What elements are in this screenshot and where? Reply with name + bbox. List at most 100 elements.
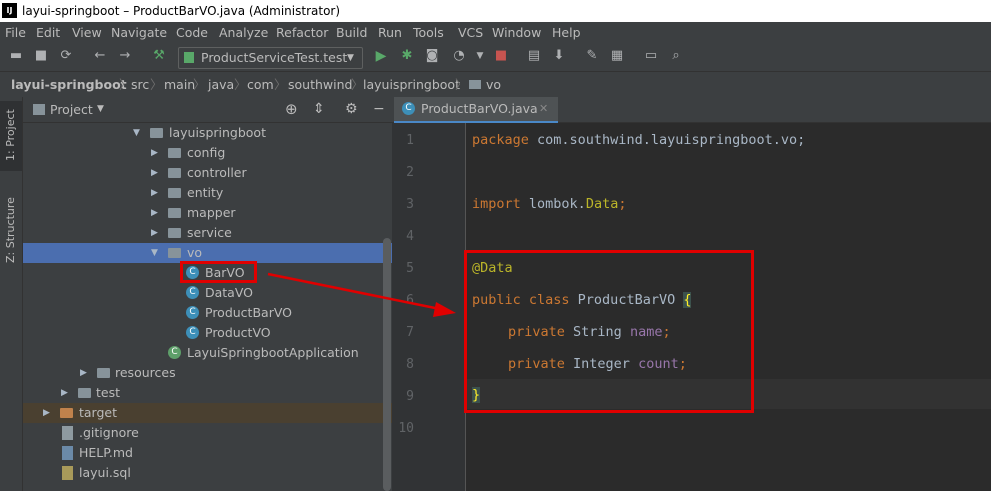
breadcrumb-java[interactable]: java bbox=[208, 72, 234, 97]
coverage-icon[interactable]: ◙ bbox=[424, 48, 440, 64]
settings-wrench-icon[interactable]: ✎ bbox=[584, 48, 600, 64]
spring-boot-class-icon: C bbox=[168, 346, 181, 359]
menu-bar: File Edit View Navigate Code Analyze Ref… bbox=[0, 22, 991, 43]
tree-item-mapper[interactable]: ▶ mapper bbox=[23, 203, 392, 223]
menu-build[interactable]: Build bbox=[336, 22, 367, 43]
collapsed-arrow-icon[interactable]: ▶ bbox=[151, 163, 158, 183]
tree-item-label: layui.sql bbox=[79, 465, 131, 480]
run-configuration-select[interactable]: ProductServiceTest.test ▼ bbox=[178, 47, 363, 69]
project-structure-icon[interactable]: ▦ bbox=[609, 48, 625, 64]
line-number: 7 bbox=[406, 325, 414, 340]
sync-icon[interactable]: ⟳ bbox=[58, 48, 74, 64]
menu-vcs[interactable]: VCS bbox=[458, 22, 483, 43]
tree-item-layuispringboot[interactable]: ▼ layuispringboot bbox=[23, 123, 392, 143]
package-folder-icon bbox=[469, 80, 481, 89]
more-run-options-icon[interactable]: ▼ bbox=[472, 48, 488, 64]
profile-icon[interactable]: ◔ bbox=[451, 48, 467, 64]
search-everywhere-icon[interactable]: ⌕ bbox=[668, 48, 684, 64]
project-panel-title[interactable]: Project bbox=[50, 97, 93, 122]
collapsed-arrow-icon[interactable]: ▶ bbox=[61, 383, 68, 403]
collapse-all-icon[interactable]: ⇕ bbox=[313, 97, 325, 122]
locate-file-icon[interactable]: ⊕ bbox=[285, 97, 298, 122]
menu-analyze[interactable]: Analyze bbox=[219, 22, 268, 43]
menu-code[interactable]: Code bbox=[176, 22, 208, 43]
menu-run[interactable]: Run bbox=[378, 22, 402, 43]
build-hammer-icon[interactable]: ⚒ bbox=[151, 48, 167, 64]
collapsed-arrow-icon[interactable]: ▶ bbox=[151, 203, 158, 223]
hide-panel-icon[interactable]: − bbox=[373, 97, 385, 122]
tree-item-target[interactable]: ▶ target bbox=[23, 403, 392, 423]
sql-file-icon bbox=[62, 466, 73, 480]
tree-item-vo[interactable]: ▼ vo bbox=[23, 243, 392, 263]
tree-item-label: LayuiSpringbootApplication bbox=[187, 345, 359, 360]
tab-structure-label: Z: Structure bbox=[4, 197, 17, 263]
line-number: 9 bbox=[406, 389, 414, 404]
menu-window[interactable]: Window bbox=[492, 22, 541, 43]
open-folder-icon[interactable]: ▬ bbox=[8, 48, 24, 64]
terminal-icon[interactable]: ▭ bbox=[643, 48, 659, 64]
menu-tools[interactable]: Tools bbox=[413, 22, 444, 43]
breadcrumb-layuispringboot[interactable]: layuispringboot bbox=[363, 72, 460, 97]
chevron-down-icon[interactable]: ▼ bbox=[97, 97, 104, 122]
tree-item-productbarvo[interactable]: C ProductBarVO bbox=[23, 303, 392, 323]
tree-item-label: HELP.md bbox=[79, 445, 133, 460]
breadcrumb-main[interactable]: main bbox=[164, 72, 195, 97]
tree-item-controller[interactable]: ▶ controller bbox=[23, 163, 392, 183]
breadcrumb-southwind[interactable]: southwind bbox=[288, 72, 352, 97]
collapsed-arrow-icon[interactable]: ▶ bbox=[151, 183, 158, 203]
close-icon[interactable]: ✕ bbox=[539, 97, 548, 121]
tree-item-label: ProductVO bbox=[205, 325, 271, 340]
breadcrumb-project[interactable]: layui-springboot bbox=[11, 72, 127, 97]
tree-item-gitignore[interactable]: .gitignore bbox=[23, 423, 392, 443]
menu-edit[interactable]: Edit bbox=[36, 22, 60, 43]
collapsed-arrow-icon[interactable]: ▶ bbox=[151, 143, 158, 163]
tree-item-service[interactable]: ▶ service bbox=[23, 223, 392, 243]
breadcrumb-separator: 〉 bbox=[234, 77, 247, 92]
code-line-1: package com.southwind.layuispringboot.vo… bbox=[472, 132, 805, 148]
code-token: ; bbox=[618, 196, 627, 212]
run-icon[interactable]: ▶ bbox=[373, 48, 389, 64]
package-icon bbox=[168, 148, 181, 158]
menu-help[interactable]: Help bbox=[552, 22, 581, 43]
tree-item-entity[interactable]: ▶ entity bbox=[23, 183, 392, 203]
package-icon bbox=[168, 248, 181, 258]
tab-productbarvo-java[interactable]: C ProductBarVO.java ✕ bbox=[394, 97, 558, 124]
tab-structure[interactable]: Z: Structure bbox=[0, 187, 22, 267]
excluded-folder-icon bbox=[60, 408, 73, 418]
tree-item-resources[interactable]: ▶ resources bbox=[23, 363, 392, 383]
vcs-download-icon[interactable]: ⬇ bbox=[551, 48, 567, 64]
gear-icon[interactable]: ⚙ bbox=[345, 97, 358, 122]
collapsed-arrow-icon[interactable]: ▶ bbox=[43, 403, 50, 423]
breadcrumb-src[interactable]: src bbox=[131, 72, 149, 97]
tree-item-config[interactable]: ▶ config bbox=[23, 143, 392, 163]
tree-item-layuispringbootapplication[interactable]: C LayuiSpringbootApplication bbox=[23, 343, 392, 363]
line-number: 1 bbox=[406, 133, 414, 148]
expanded-arrow-icon[interactable]: ▼ bbox=[133, 123, 140, 143]
menu-view[interactable]: View bbox=[72, 22, 102, 43]
forward-icon[interactable]: → bbox=[117, 48, 133, 64]
update-app-icon[interactable]: ▤ bbox=[526, 48, 542, 64]
tree-item-test[interactable]: ▶ test bbox=[23, 383, 392, 403]
tree-scrollbar[interactable] bbox=[383, 238, 391, 491]
tree-item-layui-sql[interactable]: layui.sql bbox=[23, 463, 392, 483]
tab-project[interactable]: 1: Project bbox=[0, 101, 22, 171]
java-class-icon: C bbox=[186, 326, 199, 339]
debug-icon[interactable]: ✱ bbox=[399, 48, 415, 64]
breadcrumb-com[interactable]: com bbox=[247, 72, 274, 97]
tree-item-help-md[interactable]: HELP.md bbox=[23, 443, 392, 463]
save-icon[interactable]: ■ bbox=[33, 48, 49, 64]
collapsed-arrow-icon[interactable]: ▶ bbox=[151, 223, 158, 243]
tree-item-datavo[interactable]: C DataVO bbox=[23, 283, 392, 303]
menu-refactor[interactable]: Refactor bbox=[276, 22, 328, 43]
tab-project-label: 1: Project bbox=[4, 109, 17, 161]
expanded-arrow-icon[interactable]: ▼ bbox=[151, 243, 158, 263]
menu-file[interactable]: File bbox=[5, 22, 26, 43]
run-config-label: ProductServiceTest.test bbox=[201, 50, 348, 65]
tree-item-productvo[interactable]: C ProductVO bbox=[23, 323, 392, 343]
menu-navigate[interactable]: Navigate bbox=[111, 22, 167, 43]
intellij-logo-icon: IJ bbox=[2, 3, 17, 18]
back-icon[interactable]: ← bbox=[92, 48, 108, 64]
breadcrumb-vo[interactable]: vo bbox=[486, 72, 501, 97]
collapsed-arrow-icon[interactable]: ▶ bbox=[80, 363, 87, 383]
stop-icon[interactable]: ■ bbox=[493, 48, 509, 64]
